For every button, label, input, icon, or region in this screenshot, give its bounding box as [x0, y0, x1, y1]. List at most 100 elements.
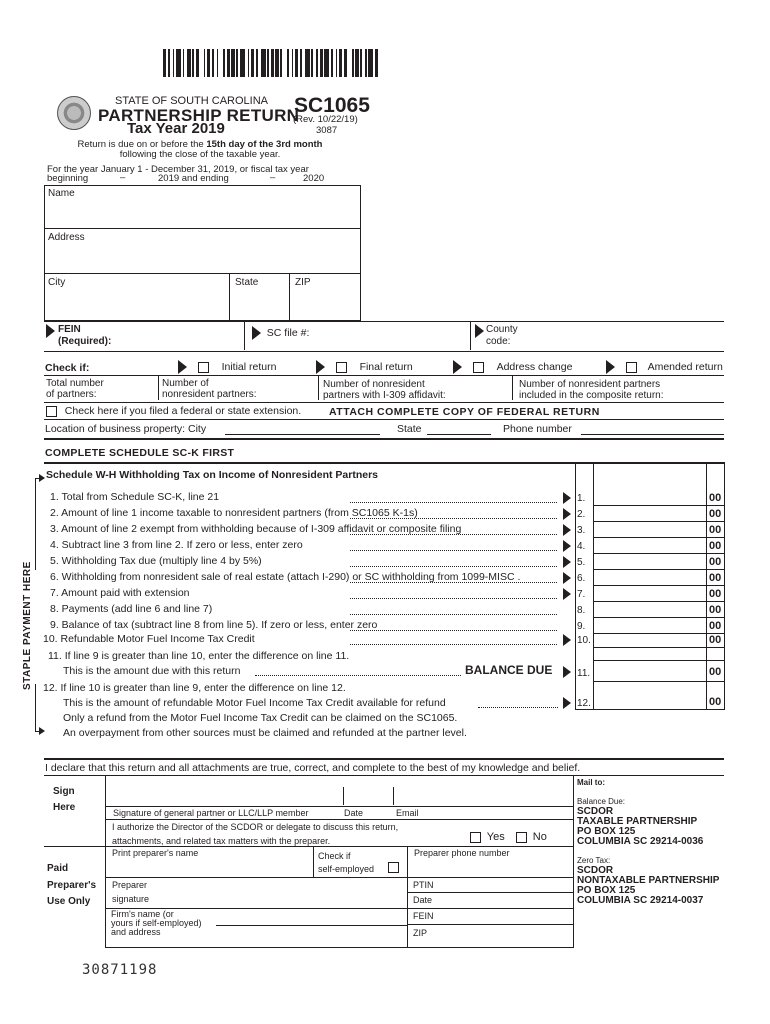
- fein-field[interactable]: FEIN (Required):: [46, 324, 111, 347]
- total-partners-field[interactable]: Total number of partners:: [46, 378, 104, 400]
- extension-checkbox[interactable]: Check here if you filed a federal or sta…: [46, 405, 301, 417]
- divider: [724, 462, 725, 710]
- address-change-checkbox[interactable]: Address change: [453, 360, 572, 374]
- divider: [105, 775, 106, 948]
- line-4-cents[interactable]: 00: [709, 540, 721, 552]
- line-4-amount-input[interactable]: [594, 538, 706, 553]
- authorize-text-2: attachments, and related tax matters wit…: [112, 836, 331, 846]
- divider: [343, 787, 344, 805]
- firm-name-input[interactable]: [216, 925, 407, 926]
- name-field[interactable]: Name: [44, 185, 361, 229]
- line-11-cents[interactable]: 00: [709, 666, 721, 678]
- location-city-label: Location of business property: City: [45, 423, 207, 435]
- amended-return-checkbox[interactable]: Amended return: [606, 360, 723, 374]
- arrow-icon: [563, 508, 571, 520]
- line-7-cents[interactable]: 00: [709, 588, 721, 600]
- line-12-cents[interactable]: 00: [709, 696, 721, 708]
- self-employed-checkbox[interactable]: [388, 862, 399, 873]
- line-1-cents[interactable]: 00: [709, 492, 721, 504]
- checkbox[interactable]: [197, 361, 209, 373]
- sc-file-field[interactable]: SC file #:: [252, 326, 309, 340]
- line-5-text: 5. Withholding Tax due (multiply line 4 …: [50, 555, 262, 567]
- line-4-text: 4. Subtract line 3 from line 2. If zero …: [50, 539, 303, 551]
- line-1-amount-input[interactable]: [594, 490, 706, 505]
- line-10-cents[interactable]: 00: [709, 634, 721, 646]
- print-name-label: Print preparer's name: [112, 848, 199, 858]
- firm-fein-label[interactable]: FEIN: [413, 911, 434, 921]
- balance-due-address-line: COLUMBIA SC 29214-0036: [577, 836, 704, 847]
- fiscal-end-dash[interactable]: –: [270, 172, 275, 183]
- line-2-cents[interactable]: 00: [709, 508, 721, 520]
- county-code-field[interactable]: County code:: [475, 324, 518, 347]
- email-input[interactable]: [395, 777, 512, 805]
- line-11-amount-input[interactable]: [594, 661, 706, 681]
- composite-partners-field[interactable]: Number of nonresident partners included …: [519, 379, 664, 401]
- authorize-no-checkbox[interactable]: No: [516, 831, 547, 843]
- line-7-text: 7. Amount paid with extension: [50, 587, 190, 599]
- line-8-cents[interactable]: 00: [709, 604, 721, 616]
- line-3-amount-input[interactable]: [594, 522, 706, 537]
- divider: [44, 375, 724, 376]
- line-5-cents[interactable]: 00: [709, 556, 721, 568]
- divider: [44, 321, 724, 322]
- leader-dots: [478, 707, 558, 708]
- line-2-amount-input[interactable]: [594, 506, 706, 521]
- final-return-checkbox[interactable]: Final return: [316, 360, 413, 374]
- arrow-icon: [46, 324, 55, 338]
- checkbox[interactable]: [335, 361, 347, 373]
- date-input[interactable]: [345, 777, 393, 805]
- divider: [244, 321, 245, 350]
- line-10-amount-input[interactable]: [594, 632, 706, 647]
- signature-input[interactable]: [107, 777, 343, 805]
- state-field[interactable]: State: [229, 273, 290, 321]
- line-6-cents[interactable]: 00: [709, 572, 721, 584]
- preparers-label: Preparer's: [47, 880, 97, 891]
- line-6-number: 6.: [577, 573, 586, 584]
- line-9-amount-input[interactable]: [594, 618, 706, 633]
- leader-dots: [350, 644, 557, 645]
- checkbox[interactable]: [625, 361, 637, 373]
- phone-input[interactable]: [581, 434, 724, 435]
- checkbox[interactable]: [516, 831, 527, 843]
- form-revision: (Rev. 10/22/19): [293, 114, 358, 125]
- line-7-number: 7.: [577, 589, 586, 600]
- address-field[interactable]: Address: [44, 228, 361, 274]
- checkbox[interactable]: [46, 405, 57, 417]
- line-12-amount-input[interactable]: [594, 682, 706, 709]
- i309-partners-field[interactable]: Number of nonresident partners with I-30…: [323, 379, 446, 401]
- divider: [407, 846, 408, 948]
- line-12-text-2: This is the amount of refundable Motor F…: [63, 697, 446, 709]
- checkbox[interactable]: [472, 361, 484, 373]
- staple-bracket: [35, 478, 36, 570]
- firm-zip-label[interactable]: ZIP: [413, 928, 427, 938]
- preparer-signature-input[interactable]: [160, 879, 405, 907]
- divider: [575, 709, 725, 710]
- divider: [105, 947, 573, 948]
- zip-field[interactable]: ZIP: [289, 273, 361, 321]
- line-9-cents[interactable]: 00: [709, 620, 721, 632]
- preparer-date-label[interactable]: Date: [413, 895, 432, 905]
- location-state-input[interactable]: [427, 434, 491, 435]
- tax-year: Tax Year 2019: [127, 120, 225, 137]
- line-7-amount-input[interactable]: [594, 586, 706, 601]
- fiscal-begin-dash[interactable]: –: [120, 172, 125, 183]
- line-8-text: 8. Payments (add line 6 and line 7): [50, 603, 213, 615]
- initial-return-checkbox[interactable]: Initial return: [178, 360, 276, 374]
- schedule-title: Schedule W-H Withholding Tax on Income o…: [46, 469, 379, 481]
- preparer-name-input[interactable]: [107, 858, 313, 876]
- line-5-amount-input[interactable]: [594, 554, 706, 569]
- staple-arrow-icon: [39, 474, 45, 482]
- divider: [105, 806, 573, 807]
- line-6-amount-input[interactable]: [594, 570, 706, 585]
- leader-dots: [350, 582, 557, 583]
- divider: [105, 877, 573, 878]
- line-3-cents[interactable]: 00: [709, 524, 721, 536]
- nonresident-partners-field[interactable]: Number of nonresident partners:: [162, 378, 257, 400]
- line-1-text: 1. Total from Schedule SC-K, line 21: [50, 491, 220, 503]
- location-city-input[interactable]: [225, 434, 380, 435]
- ptin-label[interactable]: PTIN: [413, 880, 434, 890]
- authorize-yes-checkbox[interactable]: Yes: [470, 831, 505, 843]
- checkbox[interactable]: [470, 831, 481, 843]
- line-8-amount-input[interactable]: [594, 602, 706, 617]
- city-field[interactable]: City: [44, 273, 230, 321]
